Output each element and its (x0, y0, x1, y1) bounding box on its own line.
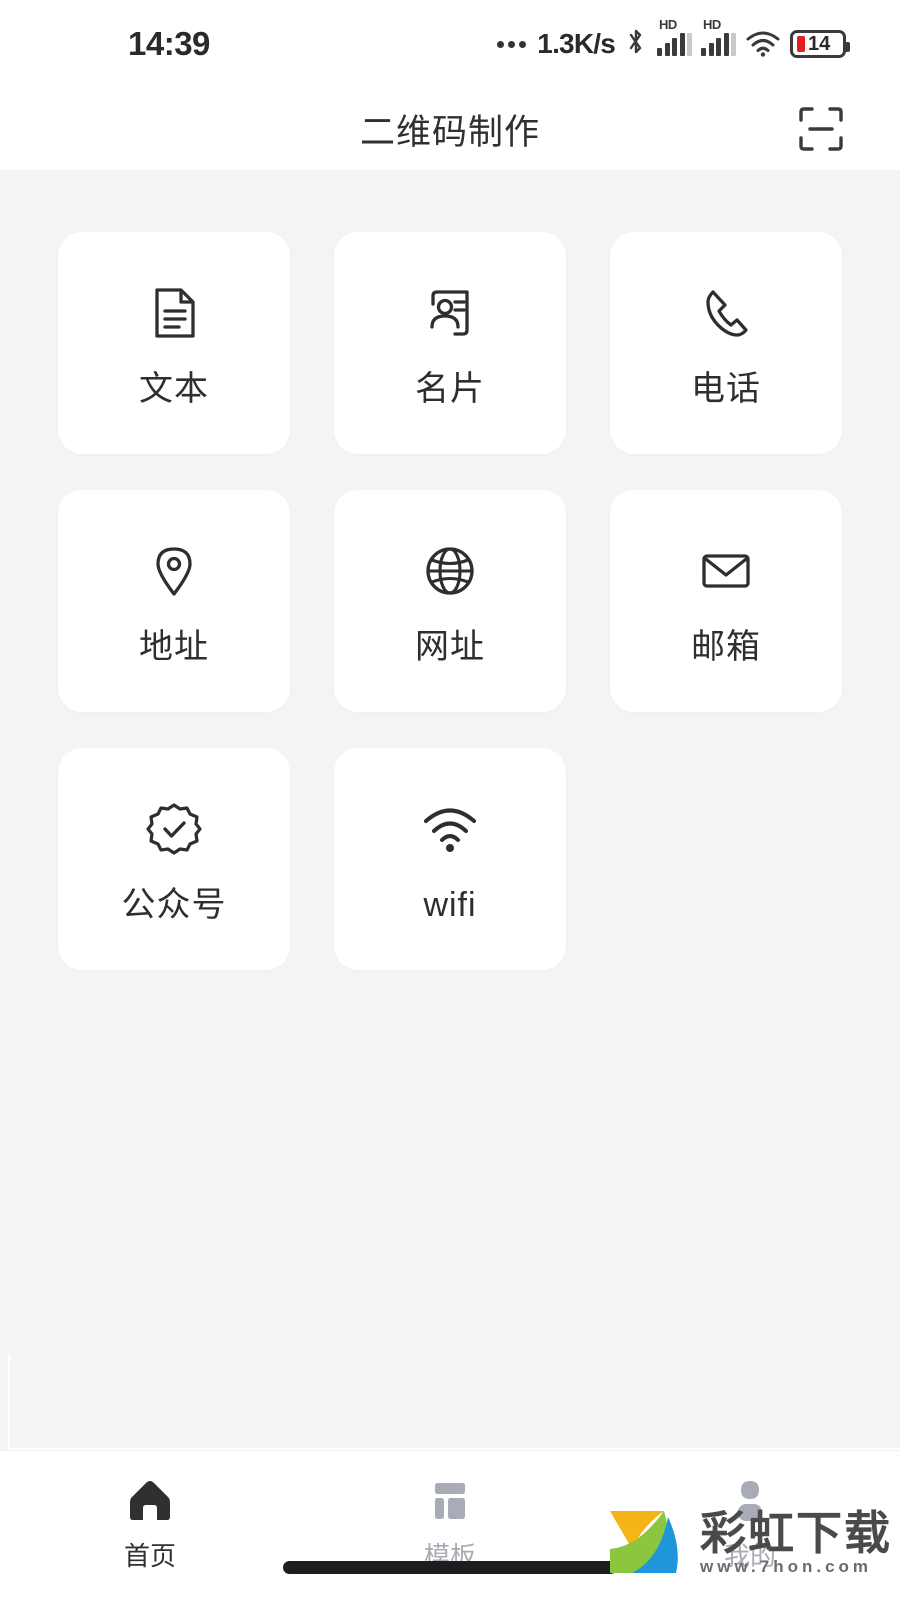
grid-item-label: 名片 (415, 370, 485, 408)
signal-icon-sim1: HD (657, 17, 692, 56)
grid-item-label: 文本 (139, 370, 209, 408)
content-lower-strip (8, 1354, 900, 1450)
bottom-tab-bar: 首页 模板 我的 彩虹下载 www.7hon.com (0, 1450, 900, 1600)
grid-item-email[interactable]: 邮箱 (610, 490, 842, 712)
verified-badge-icon (141, 796, 207, 862)
business-card-icon (417, 280, 483, 346)
grid-item-empty-slot (610, 748, 842, 970)
battery-icon: 14 (790, 30, 850, 58)
grid-item-text[interactable]: 文本 (58, 232, 290, 454)
phone-icon (693, 280, 759, 346)
bluetooth-icon (626, 27, 646, 62)
grid-item-address[interactable]: 地址 (58, 490, 290, 712)
signal-icon-sim2: HD (701, 17, 736, 56)
tab-home[interactable]: 首页 (0, 1473, 300, 1569)
tab-template[interactable]: 模板 (300, 1473, 600, 1569)
grid-item-wifi[interactable]: wifi (334, 748, 566, 970)
location-pin-icon (141, 538, 207, 604)
status-clock: 14:39 (128, 25, 210, 62)
main-content: 文本 名片 电话 地址 网址 邮箱 公众号 wifi (0, 170, 900, 1450)
grid-item-official-account[interactable]: 公众号 (58, 748, 290, 970)
status-bar-left: 14:39 (0, 25, 210, 63)
app-screen: 14:39 1.3K/s HD HD 14 二维码制作 文本 名片 电话 地址 … (0, 0, 900, 1600)
wifi-signal-icon (417, 796, 483, 862)
profile-icon (722, 1473, 778, 1529)
envelope-icon (693, 538, 759, 604)
home-indicator (283, 1561, 617, 1574)
tab-profile[interactable]: 我的 (600, 1473, 900, 1569)
page-title: 二维码制作 (359, 112, 540, 152)
globe-icon (417, 538, 483, 604)
hd-label-sim1: HD (659, 16, 677, 32)
scan-qr-icon[interactable] (794, 102, 848, 156)
tab-label: 首页 (123, 1541, 176, 1571)
document-text-icon (141, 280, 207, 346)
grid-item-label: 网址 (415, 628, 485, 666)
qr-type-grid: 文本 名片 电话 地址 网址 邮箱 公众号 wifi (58, 232, 842, 970)
app-header: 二维码制作 (0, 88, 900, 170)
grid-item-business-card[interactable]: 名片 (334, 232, 566, 454)
grid-item-url[interactable]: 网址 (334, 490, 566, 712)
tab-label: 我的 (723, 1541, 776, 1571)
grid-item-label: 电话 (691, 370, 761, 408)
template-icon (422, 1473, 478, 1529)
grid-item-label: 公众号 (121, 886, 227, 924)
network-speed-label: 1.3K/s (537, 28, 616, 59)
wifi-icon (745, 30, 781, 58)
battery-level-label: 14 (808, 33, 831, 55)
status-bar: 14:39 1.3K/s HD HD 14 (0, 0, 900, 88)
grid-item-label: wifi (423, 886, 477, 924)
grid-item-label: 邮箱 (691, 628, 761, 666)
status-bar-right: 1.3K/s HD HD 14 (497, 17, 850, 62)
hd-label-sim2: HD (703, 16, 721, 32)
home-icon (122, 1473, 178, 1529)
grid-item-phone[interactable]: 电话 (610, 232, 842, 454)
grid-item-label: 地址 (139, 628, 209, 666)
more-dots-icon (497, 40, 527, 48)
